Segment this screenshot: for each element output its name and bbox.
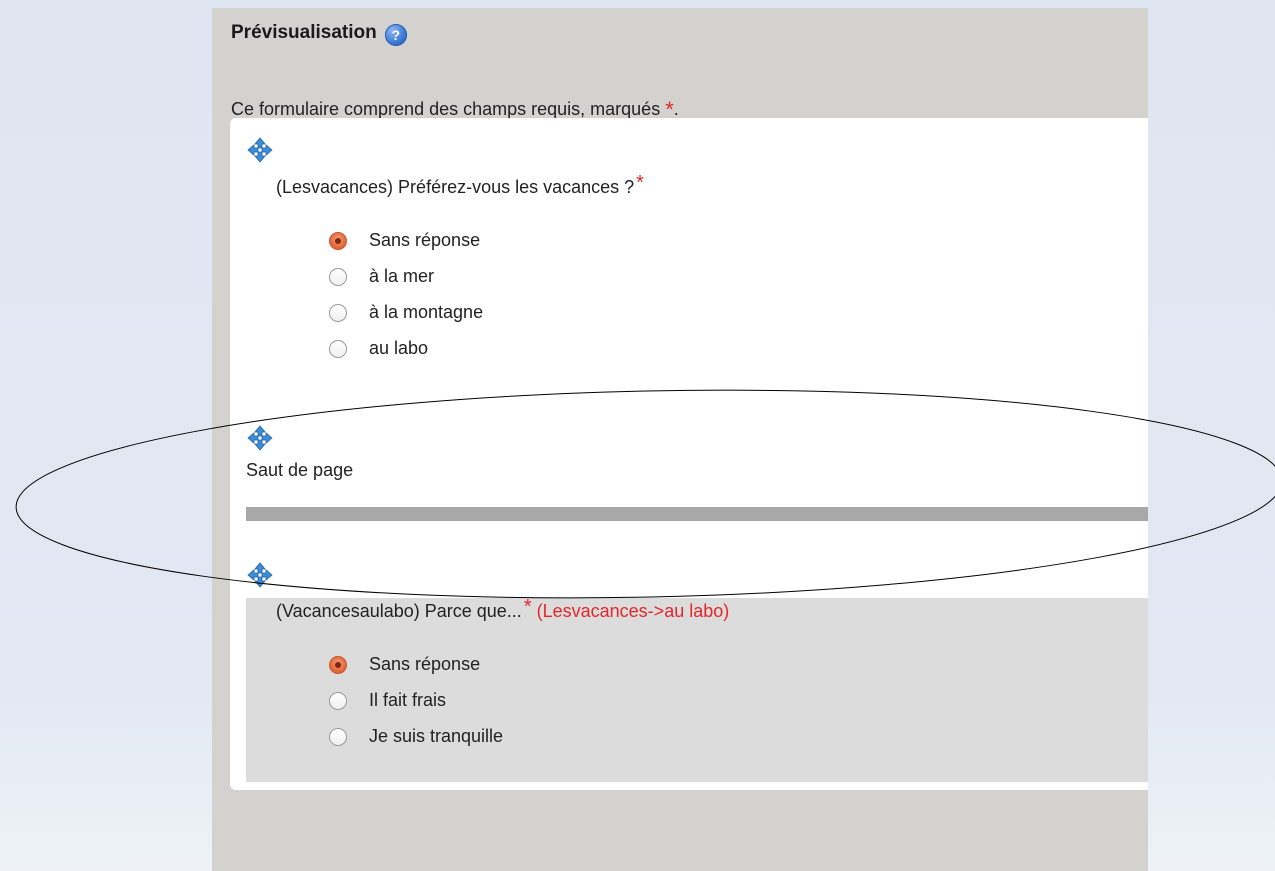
question2-text: (Vacancesaulabo) Parce que... (276, 601, 522, 621)
question2-option-3[interactable]: Je suis tranquille (329, 726, 503, 747)
radio[interactable] (329, 339, 347, 358)
option-label: au labo (369, 338, 429, 358)
move-arrows-icon[interactable] (246, 561, 274, 589)
page-break-label: Saut de page (246, 460, 354, 480)
required-note-end: . (673, 99, 679, 119)
option-label: Sans réponse (369, 654, 481, 674)
question2-option-1[interactable]: Sans réponse (329, 654, 480, 675)
question1-required-star: * (636, 172, 644, 194)
radio[interactable] (329, 727, 347, 746)
question1-option-2[interactable]: à la mer (329, 266, 434, 287)
option-label: Je suis tranquille (369, 726, 504, 746)
panel-title: Prévisualisation ? (231, 22, 407, 46)
page-break-bar (246, 507, 1148, 521)
move-arrows-icon[interactable] (246, 424, 274, 452)
help-icon[interactable]: ? (384, 24, 407, 46)
option-label: à la montagne (369, 302, 484, 322)
required-note-text: Ce formulaire comprend des champs requis… (231, 99, 661, 119)
option-label: à la mer (369, 266, 435, 286)
preview-panel: Prévisualisation ? Ce formulaire compren… (212, 8, 1148, 871)
question2-required-star: * (523, 596, 532, 618)
question1-option-3[interactable]: à la montagne (329, 302, 483, 323)
question1-option-1[interactable]: Sans réponse (329, 230, 480, 251)
form-preview-box: (Lesvacances) Préférez-vous les vacances… (230, 118, 1148, 790)
option-label: Sans réponse (369, 230, 481, 250)
preview-title: Prévisualisation (231, 22, 377, 43)
question2-condition: (Lesvacances->au labo) (536, 601, 730, 621)
question1-text: (Lesvacances) Préférez-vous les vacances… (276, 177, 635, 197)
radio[interactable] (329, 691, 347, 710)
radio[interactable] (329, 267, 347, 286)
question1-label: (Lesvacances) Préférez-vous les vacances… (276, 172, 644, 199)
question1-option-4[interactable]: au labo (329, 338, 428, 359)
option-label: Il fait frais (369, 690, 447, 710)
question2-label: (Vacancesaulabo) Parce que... * (Lesvacan… (276, 596, 730, 623)
radio-selected[interactable] (329, 655, 347, 674)
radio[interactable] (329, 303, 347, 322)
question2-option-2[interactable]: Il fait frais (329, 690, 446, 711)
radio-selected[interactable] (329, 231, 347, 250)
move-arrows-icon[interactable] (246, 136, 274, 164)
